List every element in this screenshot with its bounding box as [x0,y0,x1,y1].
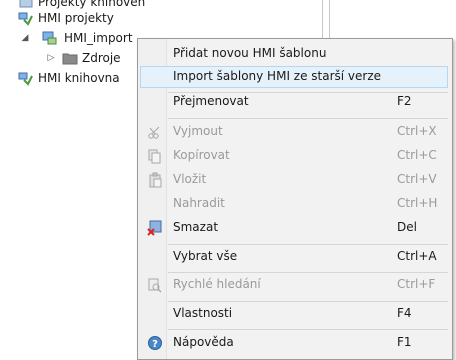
menu-separator [168,329,448,330]
tree-item-label: Zdroje [82,51,121,65]
menu-item-label: Vyjmout [173,124,223,138]
hmi-projects-icon [18,10,34,26]
menu-separator [168,244,448,245]
svg-text:?: ? [152,339,158,350]
menu-item-shortcut: F4 [397,306,412,320]
menu-item-label: Vlastnosti [173,306,233,320]
menu-item-properties[interactable]: Vlastnosti F4 [140,303,448,325]
menu-item-label: Smazat [173,220,219,234]
menu-item-cut[interactable]: Vyjmout Ctrl+X [140,121,448,143]
menu-item-shortcut: Ctrl+F [397,277,436,291]
copy-icon [147,148,163,164]
hmi-project-icon [42,30,58,46]
menu-item-delete[interactable]: Smazat Del [140,217,448,239]
tree-item-label: HMI knihovna [38,71,120,85]
delete-icon [147,220,163,236]
tree-item-label: HMI projekty [38,11,114,25]
menu-item-label: Přejmenovat [173,94,249,108]
paste-icon [147,172,163,188]
menu-separator [168,301,448,302]
menu-item-label: Nahradit [173,196,225,210]
menu-item-help[interactable]: ? Nápověda F1 [140,332,448,354]
menu-separator [168,118,448,119]
tree-item-hmi-projekty[interactable]: HMI projekty [18,8,114,28]
folder-icon [62,50,78,66]
menu-item-shortcut: F2 [397,94,412,108]
menu-item-label: Vybrat vše [173,249,238,263]
menu-item-shortcut: Ctrl+C [397,148,437,162]
menu-separator [168,272,448,273]
tree-item-zdroje[interactable]: ▷ Zdroje [46,48,121,68]
menu-item-rename[interactable]: Přejmenovat F2 [140,91,448,113]
context-menu: Přidat novou HMI šablonu Import šablony … [137,38,453,360]
menu-item-shortcut: Ctrl+H [397,196,438,210]
menu-item-replace[interactable]: Nahradit Ctrl+H [140,193,448,215]
menu-item-import-hmi-template[interactable]: Import šablony HMI ze starší verze [140,66,448,88]
hmi-library-icon [18,70,34,86]
menu-item-label: Kopírovat [173,148,230,162]
collapsed-arrow-icon[interactable]: ▷ [46,53,56,63]
menu-item-add-hmi-template[interactable]: Přidat novou HMI šablonu [140,43,448,65]
menu-item-label: Vložit [173,172,207,186]
menu-item-shortcut: F1 [397,335,412,349]
menu-item-shortcut: Ctrl+V [397,172,437,186]
menu-item-quick-search[interactable]: Rychlé hledání Ctrl+F [140,274,448,296]
tree-item-label: HMI_import [64,31,133,45]
tree-item-hmi-import[interactable]: ◢ HMI_import [20,28,133,48]
menu-item-shortcut: Del [397,220,417,234]
menu-item-label: Rychlé hledání [173,277,261,291]
menu-item-select-all[interactable]: Vybrat vše Ctrl+A [140,246,448,268]
expanded-arrow-icon[interactable]: ◢ [20,33,30,43]
menu-item-label: Přidat novou HMI šablonu [173,46,327,60]
menu-item-paste[interactable]: Vložit Ctrl+V [140,169,448,191]
menu-item-shortcut: Ctrl+A [397,249,437,263]
tree-item-hmi-knihovna[interactable]: HMI knihovna [18,68,120,88]
scissors-icon [147,124,163,140]
menu-item-label: Nápověda [173,335,234,349]
menu-item-label: Import šablony HMI ze starší verze [173,69,382,83]
quick-search-icon [147,277,163,293]
help-icon: ? [147,335,163,351]
menu-item-shortcut: Ctrl+X [397,124,437,138]
menu-item-copy[interactable]: Kopírovat Ctrl+C [140,145,448,167]
